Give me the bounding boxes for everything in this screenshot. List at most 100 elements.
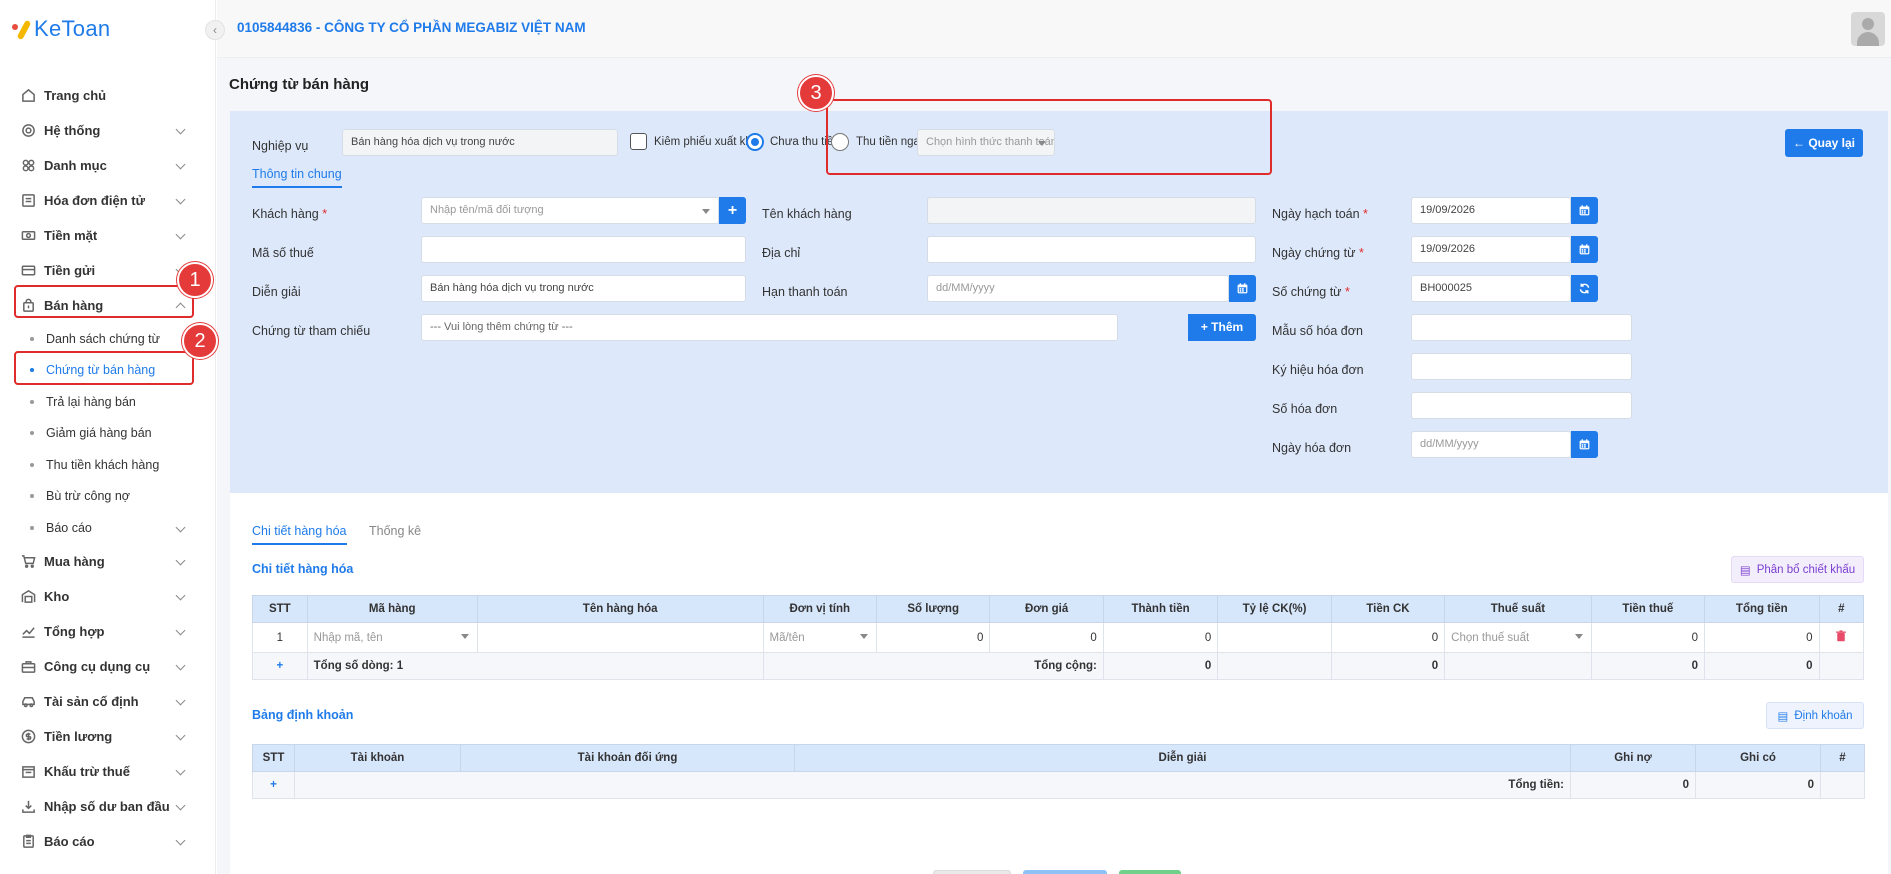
ngay-hach-toan-input[interactable]: 19/09/2026 (1411, 197, 1571, 224)
sidebar-subitem-label: Trả lại hàng bán (46, 394, 136, 409)
add-row-button[interactable]: + (252, 652, 308, 680)
thanh-tien-cell[interactable]: 0 (1102, 622, 1219, 653)
han-thanh-toan-calendar-button[interactable] (1229, 275, 1256, 302)
sidebar-item-nhap-so-du-ban-dau[interactable]: Nhập số dư ban đầu (0, 789, 216, 824)
dinh-khoan-button[interactable]: ▤ Định khoản (1766, 702, 1864, 729)
sidebar-item-he-thong[interactable]: Hệ thống (0, 113, 216, 148)
tong-tien-label: Tổng tiền: (294, 771, 1571, 799)
column-header: Ghi có (1695, 744, 1821, 772)
thue-suat-placeholder: Chọn thuế suất (1451, 631, 1530, 644)
ten-khach-hang-input[interactable] (927, 197, 1256, 224)
ngay-chung-tu-calendar-button[interactable] (1571, 236, 1598, 263)
column-header: # (1818, 595, 1865, 623)
tong-cong-label: Tổng cộng: (762, 652, 1104, 680)
dien-giai-input[interactable]: Bán hàng hóa dịch vụ trong nước (421, 275, 746, 302)
ct-tham-chieu-input[interactable]: --- Vui lòng thêm chứng từ --- (421, 314, 1118, 341)
add-accounting-row-button[interactable]: + (252, 771, 295, 799)
column-header: Mã hàng (306, 595, 478, 623)
khach-hang-input[interactable]: Nhập tên/mã đối tượng (421, 197, 719, 224)
add-customer-button[interactable]: + (719, 197, 746, 224)
tien-thue-cell[interactable]: 0 (1590, 622, 1706, 653)
them-button[interactable]: + Thêm (1188, 314, 1256, 341)
tien-ck-cell[interactable]: 0 (1330, 622, 1446, 653)
home-icon (20, 88, 36, 104)
ky-hieu-label: Ký hiệu hóa đơn (1272, 363, 1364, 377)
bottom-button-3[interactable] (1119, 870, 1181, 874)
chevron-down-icon (175, 229, 186, 240)
tong-tien-cell[interactable]: 0 (1704, 622, 1820, 653)
sidebar-subitem[interactable]: Báo cáo (0, 512, 216, 544)
chevron-down-icon (1574, 634, 1583, 639)
ty-le-ck-cell[interactable] (1217, 622, 1332, 653)
thue-suat-select[interactable]: Chọn thuế suất (1444, 622, 1592, 653)
kiem-phieu-checkbox[interactable] (630, 133, 647, 150)
sidebar-subitem[interactable]: Bù trừ công nợ (0, 481, 216, 513)
accounting-table-header: STT Tài khoản Tài khoản đối ứng Diễn giải Gh… (252, 744, 1865, 772)
han-thanh-toan-input[interactable]: dd/MM/yyyy (927, 275, 1229, 302)
chevron-down-icon (702, 209, 710, 214)
refresh-number-button[interactable] (1571, 275, 1598, 302)
sidebar-item-tong-hop[interactable]: Tổng hợp (0, 614, 216, 649)
column-header: STT (252, 744, 295, 772)
column-header: Thành tiền (1102, 595, 1219, 623)
back-button[interactable]: ← Quay lại (1785, 129, 1863, 157)
tab-detail-goods[interactable]: Chi tiết hàng hóa (252, 524, 347, 545)
total-ghi-co: 0 (1695, 771, 1821, 799)
so-hoa-don-input[interactable] (1411, 392, 1632, 419)
sidebar-item-hoa-don-dien-tu[interactable]: Hóa đơn điện tử (0, 183, 216, 218)
company-name[interactable]: 0105844836 - CÔNG TY CỔ PHẦN MEGABIZ VIỆ… (237, 20, 586, 35)
sidebar-subitem[interactable]: Giảm giá hàng bán (0, 418, 216, 450)
ky-hieu-input[interactable] (1411, 353, 1632, 380)
sidebar-item-tien-mat[interactable]: Tiền mặt (0, 218, 216, 253)
sidebar-item-cong-cu-dung-cu[interactable]: Công cụ dụng cụ (0, 649, 216, 684)
ngay-chung-tu-input[interactable]: 19/09/2026 (1411, 236, 1571, 263)
don-vi-tinh-select[interactable]: Mã/tên (762, 622, 877, 653)
annotation-badge-1: 1 (177, 262, 213, 298)
delete-row-button[interactable] (1818, 622, 1865, 653)
so-luong-cell[interactable]: 0 (875, 622, 991, 653)
sidebar-collapse-button[interactable]: ‹ (205, 20, 225, 40)
sidebar-item-danh-muc[interactable]: Danh mục (0, 148, 216, 183)
phan-bo-chiet-khau-button[interactable]: ▤ Phân bổ chiết khấu (1731, 556, 1864, 583)
sidebar-item-label: Công cụ dụng cụ (44, 658, 151, 674)
chua-thu-tien-radio[interactable] (746, 133, 764, 151)
sidebar-item-bao-cao[interactable]: Báo cáo (0, 824, 216, 859)
sidebar-subitem[interactable]: Trả lại hàng bán (0, 386, 216, 418)
avatar[interactable] (1851, 12, 1885, 46)
so-chung-tu-input[interactable]: BH000025 (1411, 275, 1571, 302)
dien-giai-value: Bán hàng hóa dịch vụ trong nước (430, 282, 594, 294)
chevron-down-icon (175, 765, 186, 775)
han-thanh-toan-label: Hạn thanh toán (762, 285, 848, 299)
sidebar-item-tien-luong[interactable]: Tiền lương (0, 719, 216, 754)
ngay-hach-toan-calendar-button[interactable] (1571, 197, 1598, 224)
ngay-hoa-don-input[interactable]: dd/MM/yyyy (1411, 431, 1571, 458)
ct-tham-chieu-placeholder: --- Vui lòng thêm chứng từ --- (430, 321, 573, 333)
column-header: Số lượng (875, 595, 991, 623)
sidebar-item-kho[interactable]: Kho (0, 579, 216, 614)
bottom-button-1[interactable] (933, 870, 1011, 874)
bullet-icon (30, 399, 34, 404)
nghiep-vu-select[interactable]: Bán hàng hóa dịch vụ trong nước (342, 129, 618, 156)
logo[interactable]: KeToan (12, 14, 110, 44)
khach-hang-placeholder: Nhập tên/mã đối tượng (430, 204, 544, 216)
sidebar-subitem[interactable]: Thu tiền khách hàng (0, 449, 216, 481)
ma-so-thue-input[interactable] (421, 236, 746, 263)
bottom-button-2[interactable] (1023, 870, 1107, 874)
sidebar-item-mua-hang[interactable]: Mua hàng (0, 544, 216, 579)
ngay-hoa-don-calendar-button[interactable] (1571, 431, 1598, 458)
accounting-table-footer: + Tổng tiền: 0 0 (252, 771, 1865, 799)
sidebar-item-trang-chu[interactable]: Trang chủ (0, 78, 216, 113)
ten-hang-hoa-cell[interactable] (476, 622, 764, 653)
tab-statistics[interactable]: Thống kê (369, 524, 421, 538)
annotation-badge-2: 2 (182, 323, 218, 359)
mau-so-input[interactable] (1411, 314, 1632, 341)
dollar-icon (20, 728, 36, 744)
tab-general-info[interactable]: Thông tin chung (252, 167, 342, 188)
sidebar-item-tai-san-co-dinh[interactable]: Tài sản cố định (0, 684, 216, 719)
dia-chi-input[interactable] (927, 236, 1256, 263)
ma-hang-select[interactable]: Nhập mã, tên (306, 622, 478, 653)
sidebar-item-khau-tru-thue[interactable]: Khấu trừ thuế (0, 754, 216, 789)
don-gia-cell[interactable]: 0 (989, 622, 1104, 653)
column-header: Ghi nợ (1570, 744, 1696, 772)
sidebar-item-label: Hệ thống (44, 123, 101, 138)
